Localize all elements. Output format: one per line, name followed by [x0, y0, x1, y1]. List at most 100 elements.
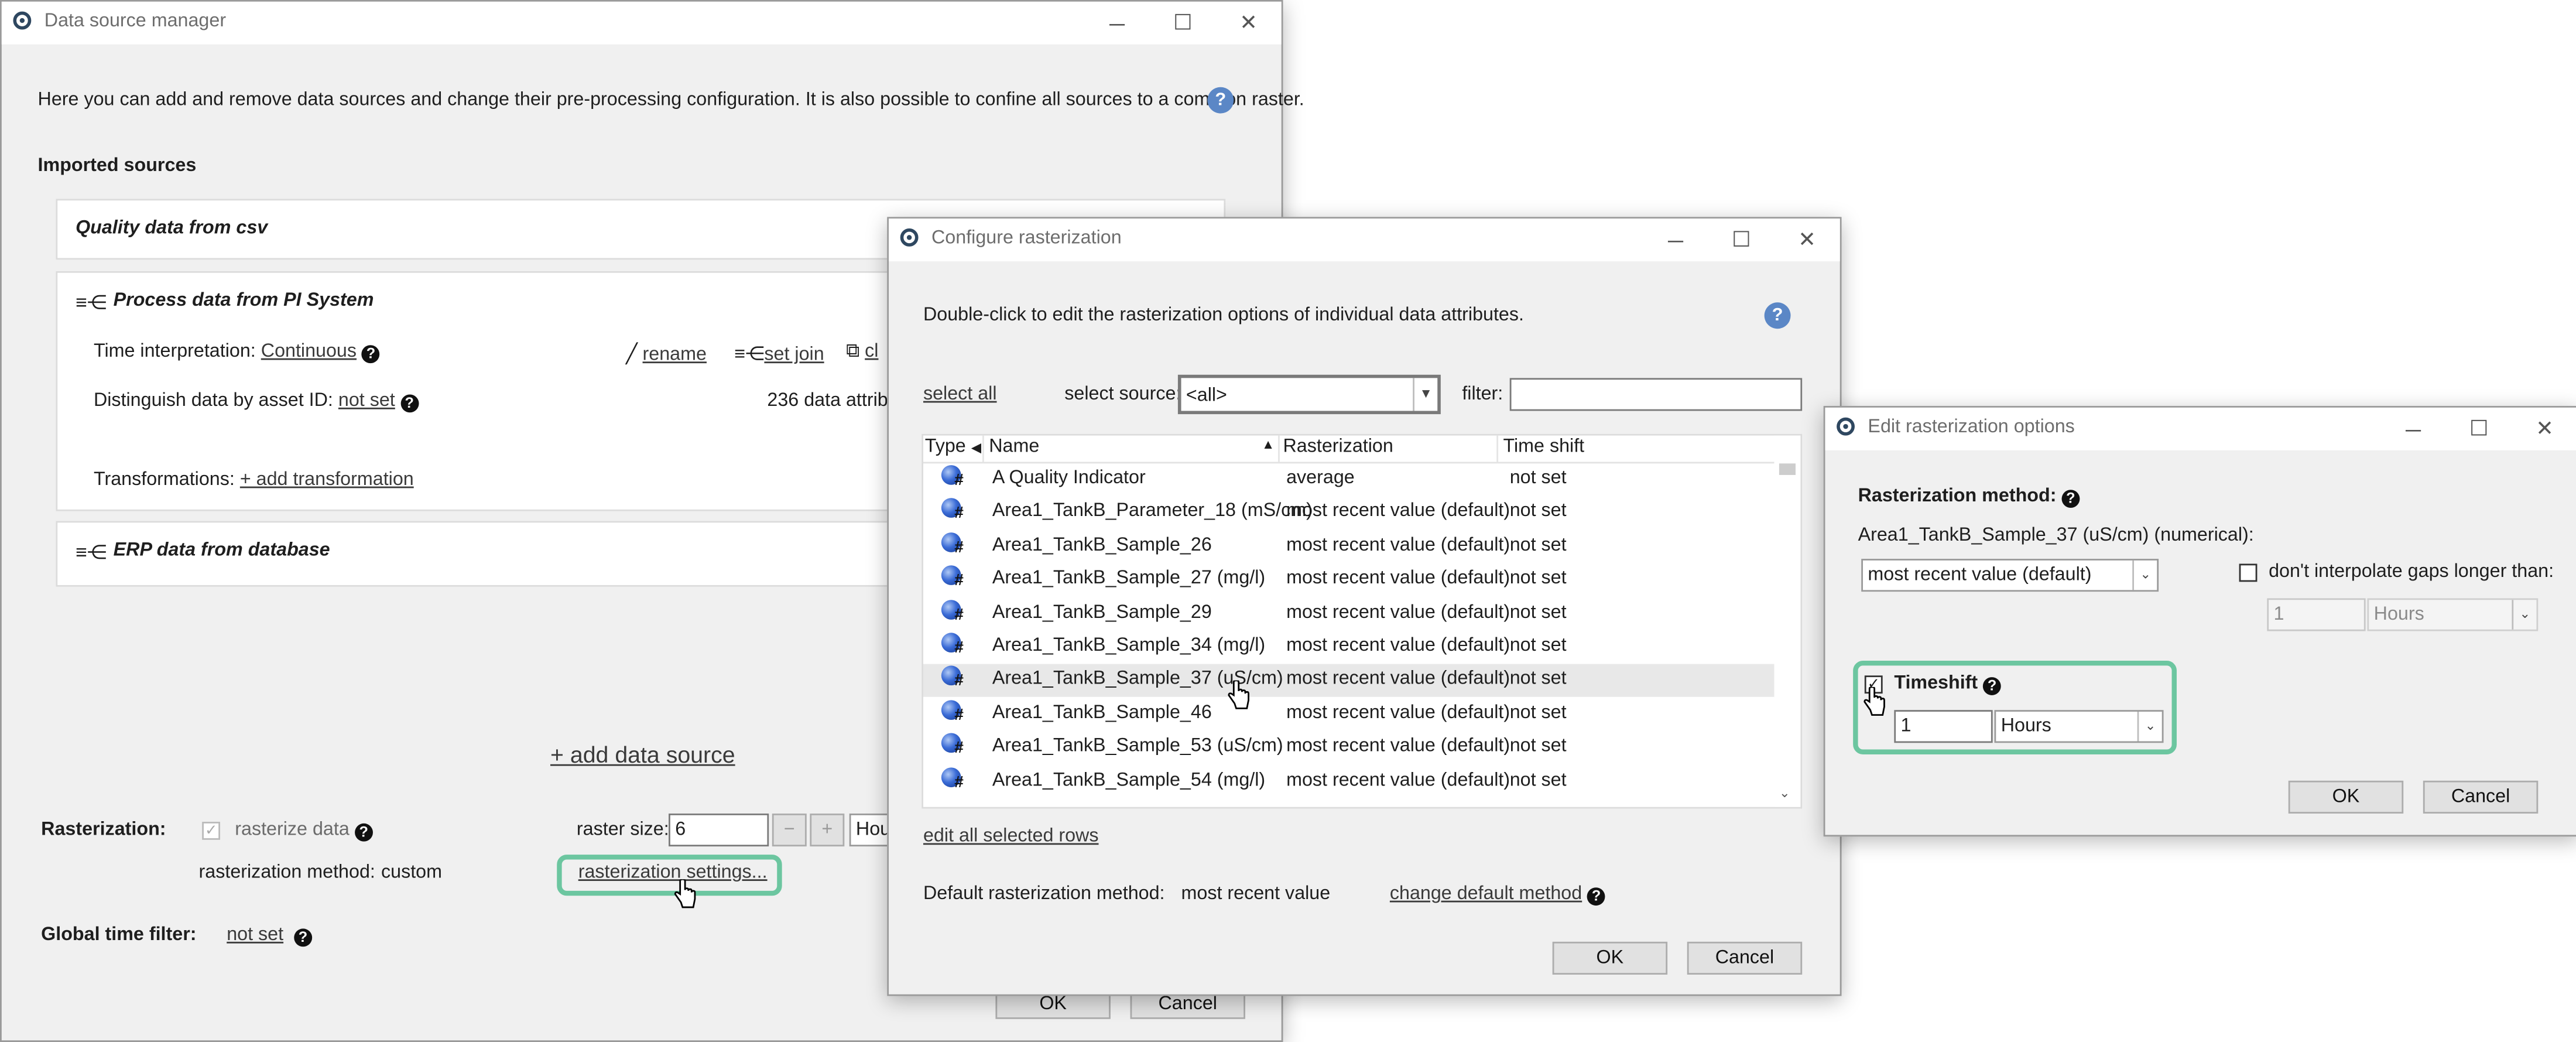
copy-icon: ⧉ — [846, 341, 860, 362]
maximize-icon[interactable]: ☐ — [1708, 218, 1774, 261]
source-name: Quality data from csv — [76, 218, 268, 238]
app-icon — [1837, 417, 1855, 436]
gap-length-input[interactable]: 1 — [2267, 598, 2366, 631]
set-join-button[interactable]: ≡⋲set join — [734, 342, 824, 365]
time-interpretation-label: Time interpretation: — [93, 341, 256, 362]
select-source-combo[interactable]: <all> ▼ — [1177, 374, 1441, 415]
chevron-down-icon: ▼ — [1413, 378, 1437, 411]
cell-shift: not set — [1509, 770, 1567, 790]
sort-left-icon: ◀ — [971, 440, 982, 456]
close-icon[interactable]: ✕ — [1215, 2, 1281, 45]
column-header-type[interactable]: Type ◀ — [925, 437, 981, 457]
timeshift-input[interactable]: 1 — [1894, 710, 1993, 743]
cancel-button[interactable]: Cancel — [2423, 780, 2539, 814]
attribute-label: Area1_TankB_Sample_37 (uS/cm) (numerical… — [1858, 525, 2254, 546]
title-bar[interactable]: Edit rasterization options ─ ☐ ✕ — [1825, 407, 2576, 450]
rasterize-checkbox[interactable]: ✓ — [202, 822, 221, 840]
global-time-filter-link[interactable]: not set — [227, 925, 283, 945]
close-icon[interactable]: ✕ — [1774, 218, 1839, 261]
rasterization-settings-link[interactable]: rasterization settings... — [578, 863, 768, 883]
rasterization-method-select[interactable]: most recent value (default) ⌄ — [1861, 559, 2159, 592]
minimize-icon[interactable]: ─ — [1643, 218, 1708, 261]
numeric-attribute-icon: # — [941, 465, 968, 491]
help-icon[interactable]: ? — [400, 394, 419, 413]
cell-name: Area1_TankB_Sample_34 (mg/l) — [992, 636, 1266, 656]
chevron-down-icon: ⌄ — [2512, 600, 2536, 630]
attributes-table: Type ◀ Name ▲ Rasterization Time shift # A… — [922, 433, 1803, 809]
help-icon[interactable]: ? — [1207, 87, 1234, 114]
rasterization-method-value: custom — [381, 863, 443, 883]
rename-button[interactable]: ╱ rename — [626, 342, 707, 365]
help-icon[interactable]: ? — [1764, 302, 1791, 329]
ok-button[interactable]: OK — [1552, 941, 1668, 975]
cell-name: Area1_TankB_Sample_54 (mg/l) — [992, 770, 1266, 790]
title-bar[interactable]: Data source manager ─ ☐ ✕ — [1, 1, 1282, 45]
table-row[interactable]: # Area1_TankB_Sample_46 most recent value … — [923, 698, 1775, 731]
table-row[interactable]: # Area1_TankB_Sample_29 most recent value … — [923, 597, 1775, 630]
cell-shift: not set — [1509, 736, 1567, 757]
table-row[interactable]: # Area1_TankB_Sample_27 (mg/l) most recent… — [923, 564, 1775, 597]
help-icon[interactable]: ? — [1587, 887, 1606, 906]
numeric-attribute-icon: # — [941, 532, 968, 559]
table-row[interactable]: # Area1_TankB_Parameter_18 (mS/cm) most re… — [923, 497, 1775, 530]
help-icon[interactable]: ? — [362, 345, 380, 364]
filter-input[interactable] — [1509, 378, 1803, 411]
chevron-down-icon[interactable]: ⌄ — [1779, 785, 1790, 800]
change-default-method-link[interactable]: change default method — [1390, 884, 1582, 904]
time-interpretation-link[interactable]: Continuous — [261, 342, 357, 362]
help-icon[interactable]: ? — [1983, 677, 2002, 695]
table-row[interactable]: # Area1_TankB_Sample_37 (uS/cm) most recen… — [923, 664, 1775, 698]
column-header-time-shift[interactable]: Time shift — [1503, 437, 1584, 457]
numeric-attribute-icon: # — [941, 666, 968, 693]
scroll-thumb[interactable] — [1779, 463, 1796, 475]
minimize-icon[interactable]: ─ — [2380, 408, 2446, 450]
cell-shift: not set — [1509, 669, 1567, 689]
maximize-icon[interactable]: ☐ — [2446, 408, 2512, 450]
window-title: Configure rasterization — [931, 228, 1122, 248]
default-method-value: most recent value — [1181, 884, 1331, 904]
column-header-rasterization[interactable]: Rasterization — [1283, 437, 1393, 457]
minimize-icon[interactable]: ─ — [1084, 2, 1150, 45]
raster-size-input[interactable]: 6 — [669, 813, 769, 847]
cell-shift: not set — [1509, 636, 1567, 656]
join-icon: ≡⋲ — [734, 345, 765, 365]
table-row[interactable]: # Area1_TankB_Sample_54 (mg/l) most recent… — [923, 765, 1775, 798]
decrement-button[interactable]: − — [772, 813, 807, 847]
close-icon[interactable]: ✕ — [2512, 408, 2576, 450]
app-icon — [13, 11, 32, 30]
raster-size-label: raster size: — [576, 820, 669, 840]
ok-button[interactable]: OK — [2288, 780, 2404, 814]
cell-raster: most recent value (default) — [1286, 770, 1510, 790]
timeshift-unit-select[interactable]: Hours ⌄ — [1994, 710, 2164, 743]
title-bar[interactable]: Configure rasterization ─ ☐ ✕ — [889, 218, 1840, 262]
help-icon[interactable]: ? — [2061, 490, 2080, 508]
help-icon[interactable]: ? — [294, 928, 312, 947]
dont-interpolate-checkbox[interactable] — [2239, 563, 2258, 582]
column-header-name[interactable]: Name ▲ — [989, 437, 1275, 457]
rasterization-method-heading: Rasterization method: — [1858, 486, 2057, 507]
maximize-icon[interactable]: ☐ — [1150, 2, 1215, 45]
join-icon: ≡⋲ — [76, 291, 107, 314]
cell-name: Area1_TankB_Sample_29 — [992, 602, 1212, 623]
add-data-source-link[interactable]: + add data source — [550, 742, 735, 768]
vertical-scrollbar[interactable]: ⌄ — [1774, 435, 1801, 807]
increment-button[interactable]: + — [810, 813, 845, 847]
distinguish-link[interactable]: not set — [338, 391, 395, 411]
table-row[interactable]: # Area1_TankB_Sample_34 (mg/l) most recent… — [923, 631, 1775, 664]
default-method-label: Default rasterization method: — [923, 884, 1165, 904]
table-row[interactable]: # Area1_TankB_Sample_26 most recent value … — [923, 531, 1775, 563]
clone-button[interactable]: ⧉ cl — [846, 342, 878, 363]
table-row[interactable]: # Area1_TankB_Sample_53 (uS/cm) most recen… — [923, 732, 1775, 764]
cell-raster: most recent value (default) — [1286, 501, 1510, 522]
cancel-button[interactable]: Cancel — [1687, 941, 1803, 975]
edit-all-selected-link[interactable]: edit all selected rows — [923, 826, 1099, 846]
pencil-icon: ╱ — [626, 345, 638, 365]
select-all-link[interactable]: select all — [923, 385, 997, 405]
numeric-attribute-icon: # — [941, 767, 968, 793]
help-icon[interactable]: ? — [354, 823, 373, 842]
cell-shift: not set — [1509, 501, 1567, 522]
cell-raster: most recent value (default) — [1286, 569, 1510, 589]
add-transformation-link[interactable]: + add transformation — [240, 470, 414, 490]
gap-unit-select[interactable]: Hours ⌄ — [2367, 598, 2539, 631]
table-row[interactable]: # A Quality Indicator average not set — [923, 463, 1775, 496]
